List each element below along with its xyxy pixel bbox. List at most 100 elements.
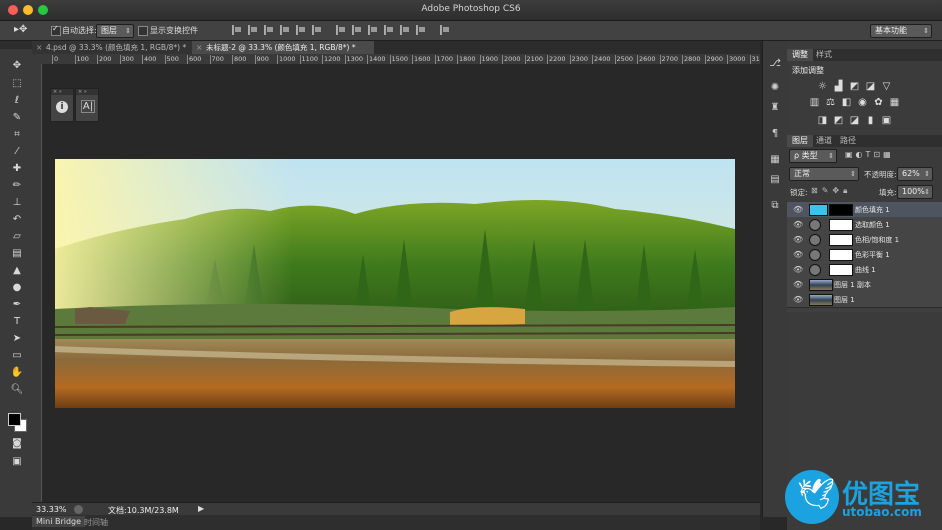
tab-timeline[interactable]: 时间轴 (80, 516, 112, 529)
photo-filter-icon[interactable]: ◉ (857, 97, 868, 108)
info-mini-panel[interactable]: × » i (50, 88, 74, 122)
eye-icon[interactable]: 👁︎ (793, 220, 803, 229)
align-left-icon[interactable] (280, 25, 290, 35)
brush-tool-icon[interactable]: ✏ (9, 179, 25, 193)
character-icon[interactable]: A| (81, 100, 95, 113)
dodge-tool-icon[interactable]: ● (9, 281, 25, 295)
align-hcenter-icon[interactable] (296, 25, 306, 35)
status-menu-arrow-icon[interactable]: ▶ (198, 504, 204, 513)
tab-untitled-2[interactable]: × 未标题-2 @ 33.3% (颜色填充 1, RGB/8*) * (192, 41, 374, 54)
healing-brush-tool-icon[interactable]: ✚ (9, 162, 25, 176)
clone-source-icon[interactable]: ♜ (768, 101, 782, 115)
layer-comps-icon[interactable]: ⧉ (768, 199, 782, 213)
properties-panel-icon[interactable]: ▤ (768, 173, 782, 187)
levels-icon[interactable]: ▟ (833, 81, 844, 92)
tab-4psd[interactable]: × 4.psd @ 33.3% (颜色填充 1, RGB/8*) * (32, 41, 198, 54)
layer-row[interactable]: 👁︎ 选取颜色 1 (787, 217, 942, 233)
blur-tool-icon[interactable]: ▲ (9, 264, 25, 278)
auto-select-dropdown[interactable]: 图层 (96, 24, 134, 38)
tab-paths[interactable]: 路径 (835, 135, 861, 147)
layer-row[interactable]: 👁︎ 图层 1 副本 (787, 277, 942, 293)
foreground-color-swatch[interactable] (8, 413, 21, 426)
gradient-map-icon[interactable]: ▮ (865, 115, 876, 126)
gradient-tool-icon[interactable]: ▤ (9, 247, 25, 261)
show-transform-checkbox[interactable] (138, 26, 148, 36)
move-tool-preset-icon[interactable]: ▸✥ (14, 24, 27, 35)
opacity-field[interactable]: 62% (897, 167, 933, 181)
status-icon[interactable] (74, 505, 83, 514)
info-panel-icon[interactable]: ▦ (768, 153, 782, 167)
align-vcenter-icon[interactable] (248, 25, 258, 35)
distribute-bottom-icon[interactable] (368, 25, 378, 35)
tab-layers[interactable]: 图层 (787, 135, 813, 147)
tab-adjustments[interactable]: 调整 (787, 49, 813, 61)
align-right-icon[interactable] (312, 25, 322, 35)
brush-panel-icon[interactable]: ✺ (768, 81, 782, 95)
zoom-level[interactable]: 33.33% (36, 505, 67, 514)
layer-row[interactable]: 👁︎ 颜色填充 1 (787, 202, 942, 218)
path-select-tool-icon[interactable]: ➤ (9, 332, 25, 346)
info-icon[interactable]: i (56, 101, 68, 113)
crop-tool-icon[interactable]: ⌗ (9, 128, 25, 142)
eye-icon[interactable]: 👁︎ (793, 265, 803, 274)
screen-mode-icon[interactable]: ▣ (9, 455, 25, 469)
layer-row[interactable]: 👁︎ 图层 1 (787, 292, 942, 308)
exposure-icon[interactable]: ◪ (865, 81, 876, 92)
eye-icon[interactable]: 👁︎ (793, 205, 803, 214)
move-tool-icon[interactable]: ✥ (9, 59, 25, 73)
color-balance-icon[interactable]: ⚖ (825, 97, 836, 108)
lasso-tool-icon[interactable]: ℓ (9, 94, 25, 108)
eyedropper-tool-icon[interactable]: ⁄ (9, 145, 25, 159)
tab-channels[interactable]: 通道 (811, 135, 837, 147)
channel-mixer-icon[interactable]: ✿ (873, 97, 884, 108)
hand-tool-icon[interactable]: ✋ (9, 366, 25, 380)
quick-select-tool-icon[interactable]: ✎ (9, 111, 25, 125)
history-brush-tool-icon[interactable]: ↶ (9, 213, 25, 227)
align-top-icon[interactable] (232, 25, 242, 35)
character-mini-panel[interactable]: × » A| (75, 88, 99, 122)
layer-row[interactable]: 👁︎ 色相/饱和度 1 (787, 232, 942, 248)
color-lookup-icon[interactable]: ▦ (889, 97, 900, 108)
vibrance-icon[interactable]: ▽ (881, 81, 892, 92)
pen-tool-icon[interactable]: ✒ (9, 298, 25, 312)
brightness-icon[interactable]: ☼ (817, 81, 828, 92)
tab-mini-bridge[interactable]: Mini Bridge (32, 516, 86, 527)
distribute-vcenter-icon[interactable] (352, 25, 362, 35)
shape-tool-icon[interactable]: ▭ (9, 349, 25, 363)
eye-icon[interactable]: 👁︎ (793, 295, 803, 304)
distribute-top-icon[interactable] (336, 25, 346, 35)
layer-row[interactable]: 👁︎ 曲线 1 (787, 262, 942, 278)
fill-field[interactable]: 100% (897, 185, 933, 199)
auto-align-icon[interactable] (440, 25, 450, 35)
layer-row[interactable]: 👁︎ 色彩平衡 1 (787, 247, 942, 263)
clone-stamp-tool-icon[interactable]: ⊥ (9, 196, 25, 210)
black-white-icon[interactable]: ◧ (841, 97, 852, 108)
eraser-tool-icon[interactable]: ▱ (9, 230, 25, 244)
posterize-icon[interactable]: ◩ (833, 115, 844, 126)
layer-filter-dropdown[interactable]: ρ 类型 (789, 149, 837, 163)
eye-icon[interactable]: 👁︎ (793, 235, 803, 244)
history-panel-icon[interactable]: ⎇ (768, 57, 782, 71)
eye-icon[interactable]: 👁︎ (793, 280, 803, 289)
tab-styles[interactable]: 样式 (811, 49, 837, 61)
workspace-dropdown[interactable]: 基本功能 (870, 24, 932, 38)
distribute-left-icon[interactable] (384, 25, 394, 35)
invert-icon[interactable]: ◨ (817, 115, 828, 126)
close-tab-icon[interactable]: × (36, 41, 42, 54)
selective-color-icon[interactable]: ▣ (881, 115, 892, 126)
distribute-hcenter-icon[interactable] (400, 25, 410, 35)
quick-mask-icon[interactable]: ◙ (9, 437, 25, 451)
auto-select-checkbox[interactable]: ✓ (51, 24, 61, 36)
marquee-tool-icon[interactable]: ⬚ (9, 77, 25, 91)
eye-icon[interactable]: 👁︎ (793, 250, 803, 259)
lock-icons[interactable]: ⊠✎✥🔒︎ (811, 186, 851, 196)
type-tool-icon[interactable]: T (9, 315, 25, 329)
align-bottom-icon[interactable] (264, 25, 274, 35)
zoom-tool-icon[interactable]: 🔍︎ (9, 383, 25, 397)
layer-filter-icons[interactable]: ▣◐T⊡▦ (845, 150, 894, 159)
distribute-right-icon[interactable] (416, 25, 426, 35)
blend-mode-dropdown[interactable]: 正常 (789, 167, 859, 181)
close-tab-icon[interactable]: × (196, 41, 202, 54)
threshold-icon[interactable]: ◪ (849, 115, 860, 126)
hue-sat-icon[interactable]: ▥ (809, 97, 820, 108)
